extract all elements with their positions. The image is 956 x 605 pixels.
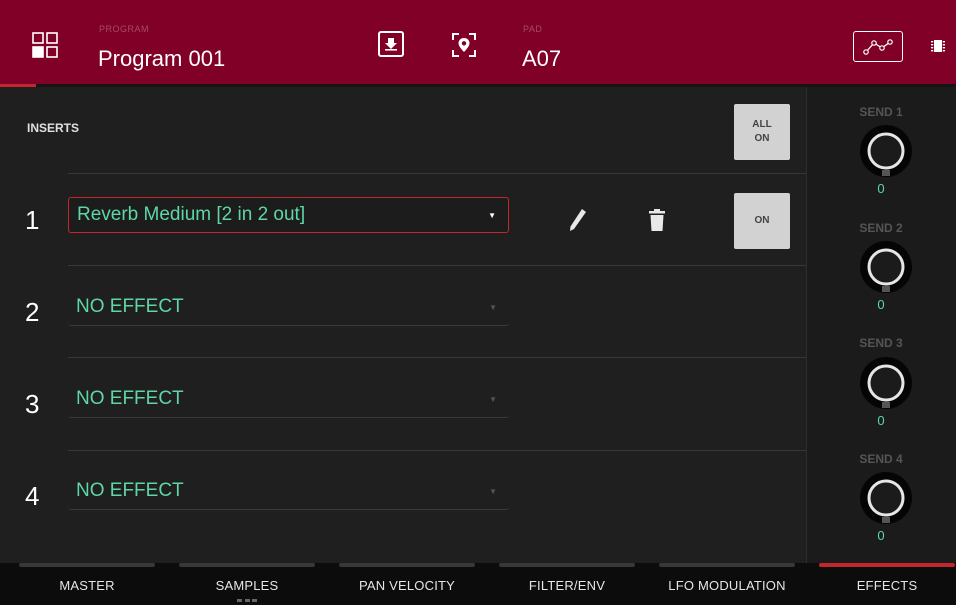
tab-label: FILTER/ENV: [528, 578, 606, 593]
inserts-title: INSERTS: [27, 121, 80, 135]
program-name[interactable]: Program 001: [98, 46, 225, 72]
dropdown-arrow-icon: ▼: [489, 487, 497, 496]
insert-slot-number: 1: [25, 205, 40, 235]
tab-master[interactable]: MASTER: [19, 563, 155, 605]
tab-indicator: [339, 563, 475, 567]
send-2-label: SEND 2: [859, 221, 903, 235]
tab-label: PAN VELOCITY: [358, 578, 456, 593]
insert-slot-number: 2: [25, 297, 40, 327]
tab-label: LFO MODULATION: [668, 578, 786, 593]
insert-slot-effect: NO EFFECT: [76, 388, 184, 409]
insert-slot-number: 3: [25, 389, 40, 419]
tab-pan-velocity[interactable]: PAN VELOCITY: [339, 563, 475, 605]
tab-label: EFFECTS: [856, 578, 918, 593]
pad-name[interactable]: A07: [522, 46, 561, 72]
row-divider: [68, 173, 806, 174]
insert-slot-effect: Reverb Medium [2 in 2 out]: [77, 204, 306, 225]
dropdown-arrow-icon: ▼: [489, 395, 497, 404]
insert-slot-1-select[interactable]: Reverb Medium [2 in 2 out] ▼: [68, 197, 509, 233]
send-2-knob[interactable]: [858, 239, 914, 295]
node-curve-icon: [863, 38, 893, 55]
tab-indicator: [499, 563, 635, 567]
tab-lfo-modulation[interactable]: LFO MODULATION: [659, 563, 795, 605]
pad-label: PAD: [523, 24, 543, 34]
delete-trash-icon[interactable]: [646, 206, 668, 234]
send-1-value: 0: [877, 181, 885, 196]
tab-label: MASTER: [59, 578, 115, 593]
download-button[interactable]: [378, 31, 404, 57]
tab-bar: MASTER SAMPLES PAN VELOCITY FILTER/ENV L…: [0, 563, 956, 605]
send-2-value: 0: [877, 297, 885, 312]
download-arrow-icon: [385, 38, 397, 51]
edit-pencil-icon[interactable]: [566, 205, 590, 235]
send-4-label: SEND 4: [859, 452, 903, 466]
automation-button[interactable]: [853, 31, 903, 62]
send-1-knob[interactable]: [858, 123, 914, 179]
header-bar: PROGRAM Program 001 PAD A07: [0, 0, 956, 87]
insert-slot-effect: NO EFFECT: [76, 480, 184, 501]
send-3-label: SEND 3: [859, 336, 903, 350]
all-on-label: ALL ON: [752, 119, 772, 144]
tab-indicator: [179, 563, 315, 567]
tab-indicator-active: [819, 563, 955, 567]
insert-slot-number: 4: [25, 481, 40, 511]
tab-label: SAMPLES: [215, 578, 279, 593]
dropdown-arrow-icon: ▼: [488, 211, 496, 220]
all-on-button[interactable]: ALL ON: [734, 104, 790, 160]
insert-1-on-button[interactable]: ON: [734, 193, 790, 249]
row-divider: [68, 265, 806, 266]
tab-filter-env[interactable]: FILTER/ENV: [499, 563, 635, 605]
chip-icon[interactable]: [929, 37, 947, 55]
on-label: ON: [754, 215, 770, 226]
row-divider: [68, 450, 806, 451]
tab-samples[interactable]: SAMPLES: [179, 563, 315, 605]
more-dots-icon: [237, 599, 257, 602]
dropdown-arrow-icon: ▼: [489, 303, 497, 312]
insert-slot-4-select[interactable]: NO EFFECT ▼: [68, 474, 509, 510]
tab-indicator: [19, 563, 155, 567]
insert-slot-effect: NO EFFECT: [76, 296, 184, 317]
insert-slot-2-select[interactable]: NO EFFECT ▼: [68, 290, 509, 326]
send-3-value: 0: [877, 413, 885, 428]
tab-indicator: [659, 563, 795, 567]
send-1-label: SEND 1: [859, 105, 903, 119]
program-label: PROGRAM: [99, 24, 150, 34]
tab-effects[interactable]: EFFECTS: [819, 563, 955, 605]
program-grid-icon[interactable]: [30, 30, 60, 60]
send-3-knob[interactable]: [858, 355, 914, 411]
send-4-value: 0: [877, 528, 885, 543]
insert-slot-3-select[interactable]: NO EFFECT ▼: [68, 382, 509, 418]
pad-locate-icon[interactable]: [448, 29, 480, 61]
row-divider: [68, 357, 806, 358]
send-4-knob[interactable]: [858, 470, 914, 526]
